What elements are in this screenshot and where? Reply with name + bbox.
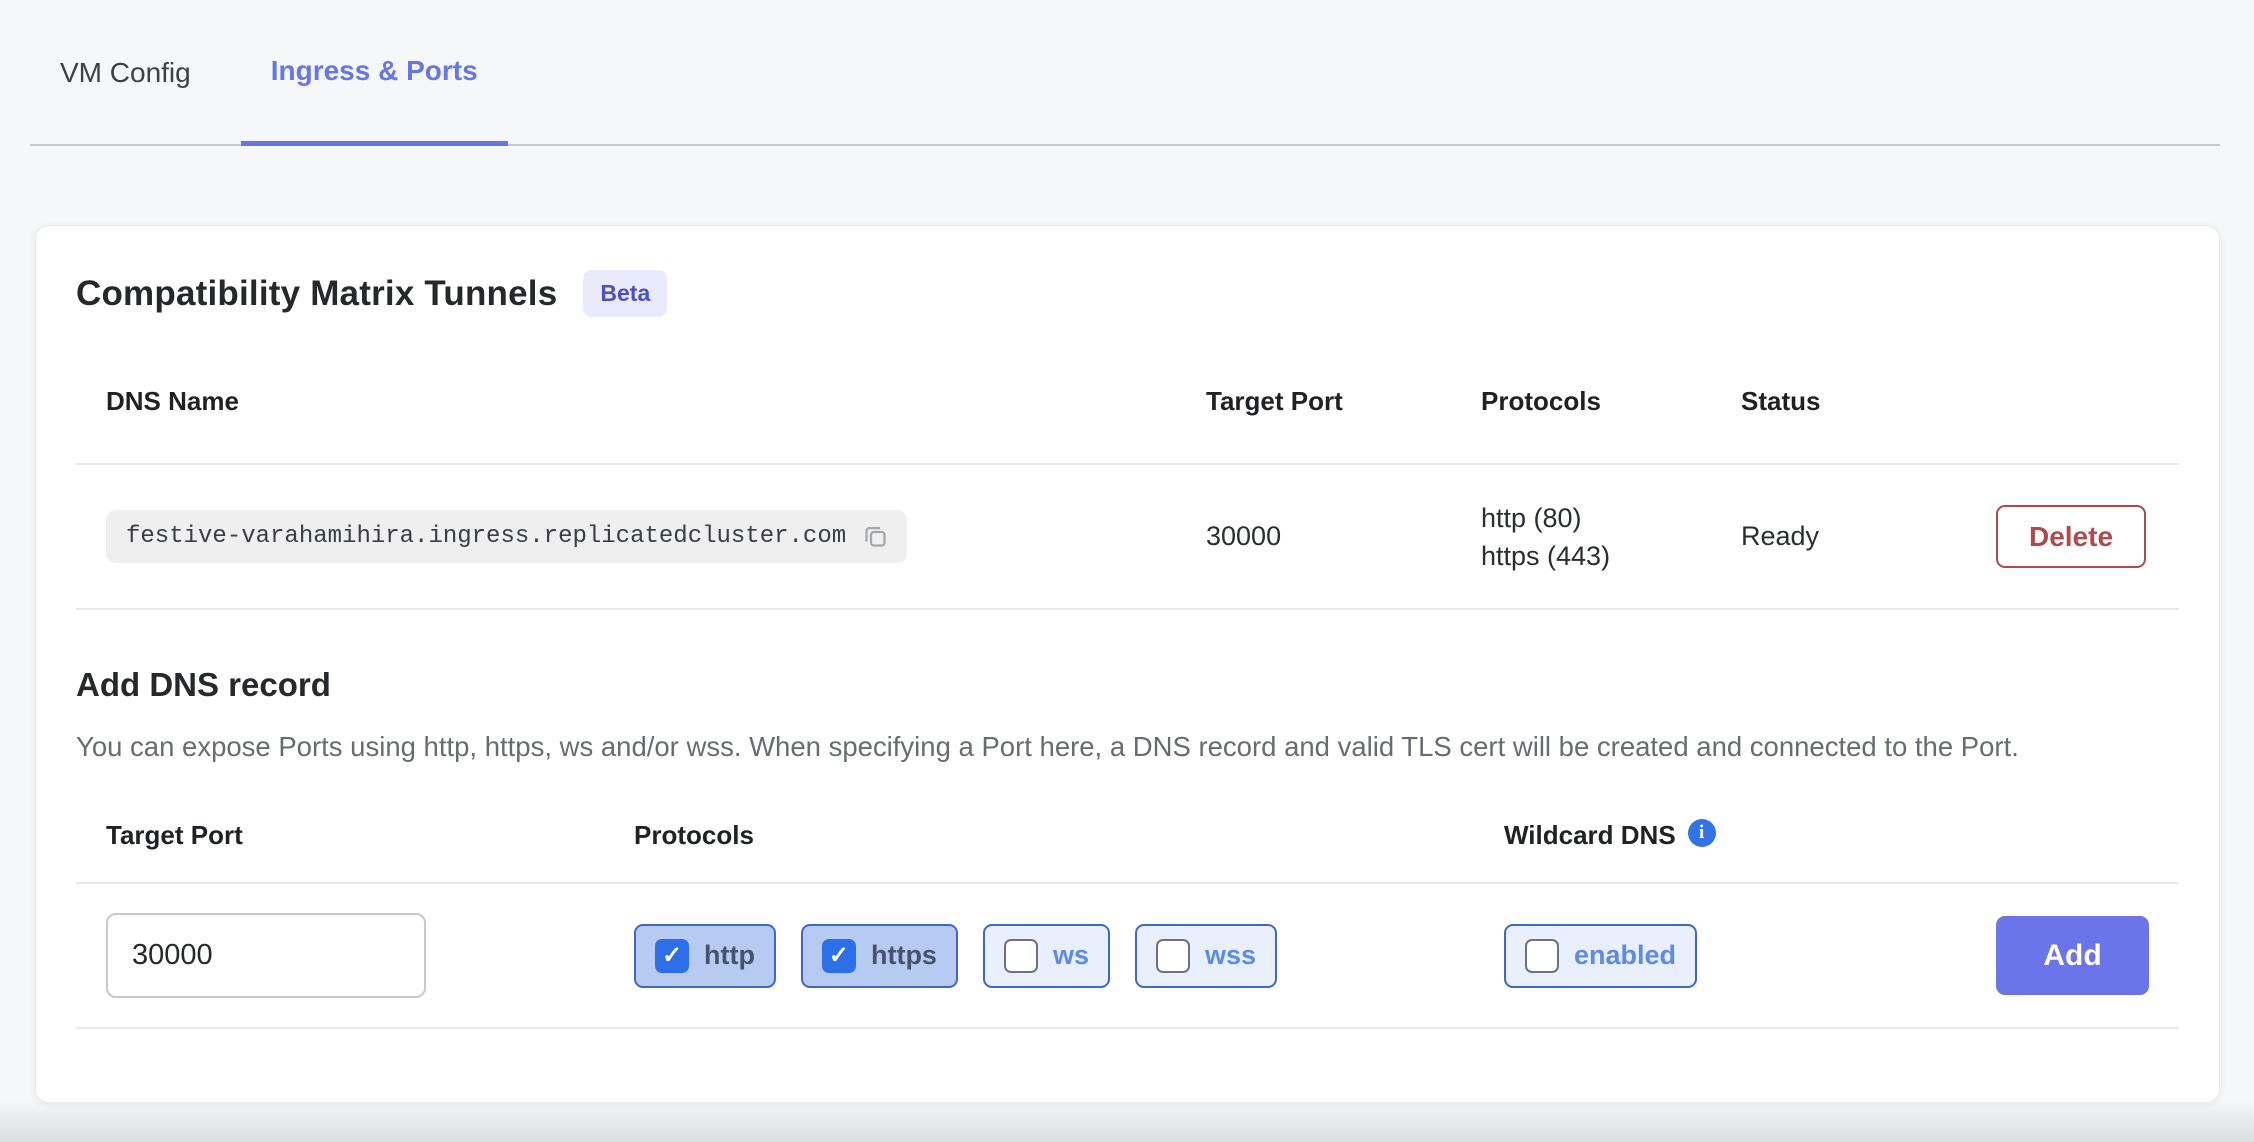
protocol-checkbox-http[interactable]: ✓ http [634, 924, 776, 988]
tunnels-table-header: DNS Name Target Port Protocols Status [76, 339, 2179, 465]
dns-name-pill: festive-varahamihira.ingress.replicatedc… [106, 510, 907, 563]
col-header-protocols-2: Protocols [634, 820, 1504, 851]
protocols-group: ✓ http ✓ https ✓ ws ✓ wss [634, 924, 1504, 988]
checkbox-https-label: https [871, 940, 937, 971]
add-dns-heading: Add DNS record [76, 666, 2179, 704]
delete-button[interactable]: Delete [1996, 505, 2146, 568]
beta-badge: Beta [583, 270, 667, 317]
tab-bar: VM Config Ingress & Ports [0, 0, 2254, 146]
panel-title: Compatibility Matrix Tunnels [76, 274, 557, 314]
row-status: Ready [1741, 521, 1996, 552]
dns-name-value: festive-varahamihira.ingress.replicatedc… [126, 523, 846, 550]
checkbox-http-label: http [704, 940, 755, 971]
row-target-port: 30000 [1206, 521, 1481, 552]
col-header-wildcard-dns: Wildcard DNS i [1504, 819, 1996, 851]
target-port-input[interactable] [106, 913, 426, 998]
checkbox-wss: ✓ [1156, 939, 1190, 973]
protocol-checkbox-https[interactable]: ✓ https [801, 924, 958, 988]
checkbox-https: ✓ [822, 939, 856, 973]
protocol-checkbox-ws[interactable]: ✓ ws [983, 924, 1110, 988]
add-dns-description: You can expose Ports using http, https, … [76, 726, 2056, 768]
checkbox-wss-label: wss [1205, 940, 1256, 971]
tunnels-panel: Compatibility Matrix Tunnels Beta DNS Na… [35, 225, 2220, 1103]
tab-vm-config[interactable]: VM Config [30, 0, 221, 146]
col-header-target-port-2: Target Port [76, 820, 634, 851]
checkbox-ws: ✓ [1004, 939, 1038, 973]
add-button[interactable]: Add [1996, 916, 2149, 995]
copy-icon[interactable] [862, 523, 889, 550]
row-protocol-https: https (443) [1481, 537, 1741, 575]
protocol-checkbox-wss[interactable]: ✓ wss [1135, 924, 1277, 988]
tab-ingress-ports[interactable]: Ingress & Ports [241, 0, 508, 146]
wildcard-enabled-checkbox[interactable]: ✓ enabled [1504, 924, 1697, 988]
info-icon[interactable]: i [1688, 819, 1716, 847]
col-header-dns-name: DNS Name [76, 386, 1206, 417]
checkbox-ws-label: ws [1053, 940, 1089, 971]
col-header-status: Status [1741, 386, 1996, 417]
checkbox-http: ✓ [655, 939, 689, 973]
wildcard-dns-label: Wildcard DNS [1504, 820, 1676, 850]
add-dns-form-row: ✓ http ✓ https ✓ ws ✓ wss ✓ enabled Add [76, 884, 2179, 1029]
table-row: festive-varahamihira.ingress.replicatedc… [76, 465, 2179, 610]
add-dns-header-row: Target Port Protocols Wildcard DNS i [76, 788, 2179, 884]
col-header-target-port: Target Port [1206, 386, 1481, 417]
row-protocol-http: http (80) [1481, 499, 1741, 537]
checkbox-wildcard-label: enabled [1574, 940, 1676, 971]
checkbox-wildcard: ✓ [1525, 939, 1559, 973]
panel-title-row: Compatibility Matrix Tunnels Beta [76, 226, 2179, 317]
row-protocols: http (80) https (443) [1481, 499, 1741, 575]
col-header-protocols: Protocols [1481, 386, 1741, 417]
